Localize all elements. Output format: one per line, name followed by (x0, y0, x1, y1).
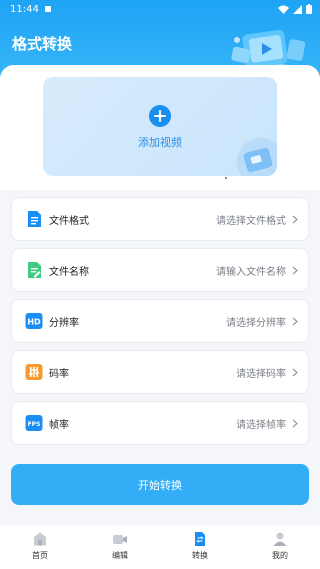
convert-icon (195, 532, 205, 546)
video-card-icon (237, 138, 277, 176)
tab-edit-label: 编辑 (112, 551, 128, 560)
video-camera-icon (113, 535, 127, 544)
file-name-label: 文件名称 (49, 266, 89, 278)
resolution-label: 分辨率 (49, 317, 79, 329)
resolution-value: 请选择分辨率 (226, 317, 286, 329)
divider-dot (225, 177, 227, 179)
file-name-row[interactable]: 文件名称 请输入文件名称 (11, 248, 309, 292)
file-format-row[interactable]: 文件格式 请选择文件格式 (11, 197, 309, 241)
status-time: 11:44 (10, 3, 39, 15)
chevron-right-icon (292, 215, 298, 223)
hd-icon: HD (25, 313, 43, 329)
page-title: 格式转换 (12, 35, 73, 53)
resolution-row[interactable]: HD 分辨率 请选择分辨率 (11, 299, 309, 343)
bottom-tab-bar: 首页 编辑 转换 我的 (0, 525, 320, 569)
svg-text:FPS: FPS (28, 421, 41, 428)
framerate-row[interactable]: FPS 帧率 请选择帧率 (11, 401, 309, 445)
wifi-icon (278, 5, 289, 14)
file-format-value: 请选择文件格式 (216, 215, 286, 227)
battery-icon (306, 4, 312, 14)
bitrate-row[interactable]: 码率 请选择码率 (11, 350, 309, 394)
notification-icon (44, 6, 51, 12)
equalizer-icon (25, 364, 43, 380)
tab-convert-label: 转换 (192, 551, 208, 560)
file-format-label: 文件格式 (49, 215, 89, 227)
chevron-right-icon (292, 368, 298, 376)
signal-icon (293, 4, 302, 14)
status-bar: 11:44 (0, 0, 320, 18)
home-icon (34, 532, 46, 546)
framerate-label: 帧率 (49, 419, 69, 431)
file-name-value: 请输入文件名称 (216, 266, 286, 278)
fps-icon: FPS (25, 415, 43, 431)
tab-home[interactable]: 首页 (0, 525, 80, 569)
tab-profile-label: 我的 (272, 551, 288, 560)
chevron-right-icon (292, 317, 298, 325)
bitrate-label: 码率 (49, 368, 69, 380)
tab-convert[interactable]: 转换 (160, 525, 240, 569)
profile-icon (273, 532, 287, 546)
start-convert-button[interactable]: 开始转换 (11, 464, 309, 505)
chevron-right-icon (292, 419, 298, 427)
svg-text:HD: HD (27, 318, 41, 327)
chevron-right-icon (292, 266, 298, 274)
plus-icon (149, 105, 171, 127)
edit-file-icon (28, 262, 41, 278)
add-video-button[interactable]: 添加视频 (43, 77, 277, 176)
framerate-value: 请选择帧率 (236, 419, 286, 431)
tab-edit[interactable]: 编辑 (80, 525, 160, 569)
document-icon (28, 211, 41, 227)
tab-profile[interactable]: 我的 (240, 525, 320, 569)
bitrate-value: 请选择码率 (236, 368, 286, 380)
tab-home-label: 首页 (32, 551, 48, 560)
